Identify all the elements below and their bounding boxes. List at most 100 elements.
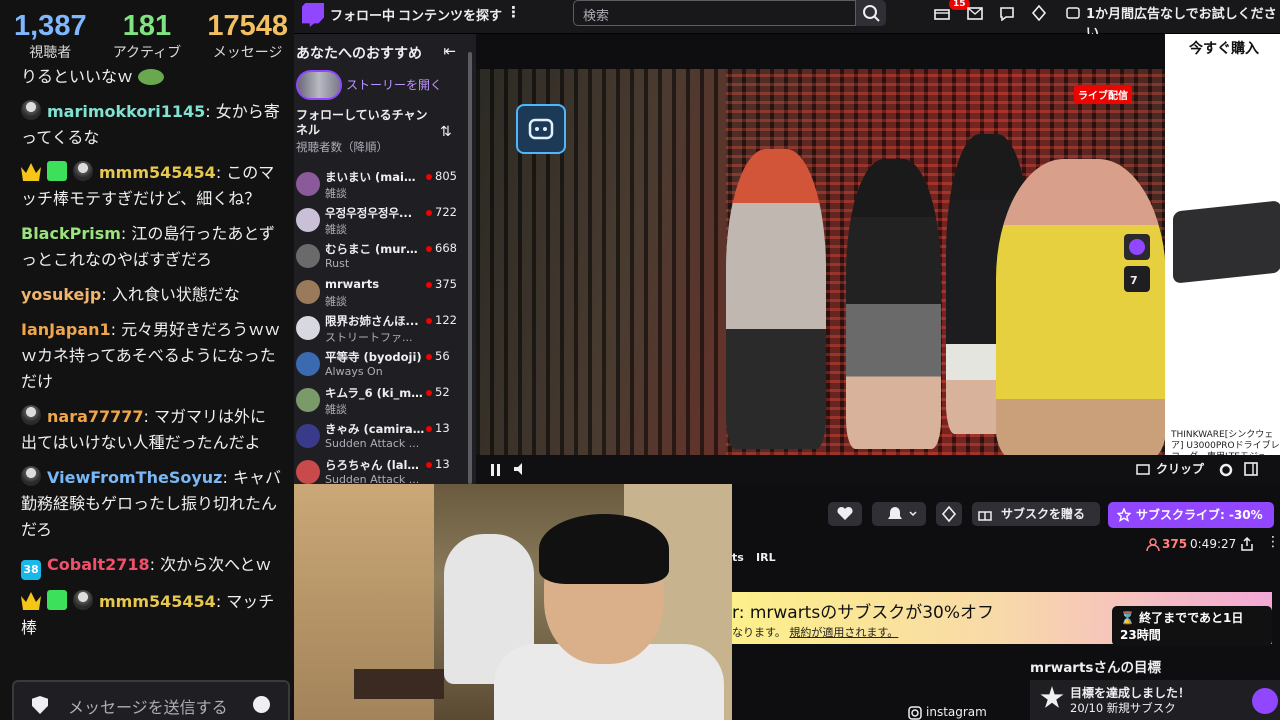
channel-category: 雑談 <box>325 187 347 200</box>
goal-card[interactable]: 目標を達成しました！ 20/10 新規サブスク <box>1030 680 1280 720</box>
chat-message: mmm545454: マッチ棒 <box>21 589 282 641</box>
ad-buy-now[interactable]: 今すぐ購入 <box>1189 38 1259 58</box>
live-dot-icon <box>426 210 432 216</box>
chat-username[interactable]: mmm545454 <box>99 163 216 182</box>
live-dot-icon <box>426 462 432 468</box>
goal-sub-button[interactable] <box>1252 688 1278 714</box>
sidebar-channel[interactable]: まいまい (maimai... 雑談 805 <box>294 168 476 204</box>
nav-following[interactable]: フォロー中 <box>330 5 395 24</box>
whispers-icon[interactable] <box>999 6 1015 21</box>
more-options-icon[interactable]: ⋮ <box>1266 534 1280 550</box>
sidebar-channel[interactable]: らろちゃん (lalo... Sudden Attack ... 13 <box>294 456 476 484</box>
stat-viewers: 1,387 視聴者 <box>14 10 87 62</box>
sidebar-channel[interactable]: キムラ_6 (ki_mu... 雑談 52 <box>294 384 476 420</box>
sidebar-title: あなたへのおすすめ <box>296 46 422 62</box>
chat-input[interactable]: メッセージを送信する <box>12 680 290 720</box>
chat-username[interactable]: BlackPrism <box>21 224 121 243</box>
theatre-mode-icon[interactable] <box>1244 462 1258 476</box>
extension-7tv-icon[interactable]: 7 <box>1124 266 1150 292</box>
goal-status: 目標を達成しました！ <box>1070 686 1191 700</box>
live-dot-icon <box>426 174 432 180</box>
channel-category: Rust <box>325 257 350 270</box>
live-dot-icon <box>426 282 432 288</box>
channel-name: 平等寺 (byodoji) <box>325 350 422 364</box>
search-input[interactable]: 検索 <box>573 0 856 26</box>
channel-name: キムラ_6 (ki_mu... <box>325 386 425 400</box>
channel-avatar <box>296 244 320 268</box>
robot-extension-icon[interactable] <box>516 104 566 154</box>
prime-loot-icon[interactable] <box>934 6 950 20</box>
sidebar-channel[interactable]: むらまこ (muraka... Rust 668 <box>294 240 476 276</box>
extension-icon[interactable] <box>1124 234 1150 260</box>
sidebar-channel[interactable]: 우정우정우정우... 雑談 722 <box>294 204 476 240</box>
chat-username[interactable]: nara77777 <box>47 407 144 426</box>
goal-progress: 20/10 新規サブスク <box>1070 701 1176 715</box>
ad-free-icon <box>1066 7 1080 19</box>
bits-button[interactable] <box>936 502 962 526</box>
bits-icon[interactable] <box>1031 5 1047 21</box>
gift-sub-button[interactable]: サブスクを贈る <box>972 502 1100 526</box>
sidebar-channel[interactable]: mrwarts 雑談 375 <box>294 276 476 312</box>
top-navigation: フォロー中 コンテンツを探す ⋮ 検索 15 1か月間広告なしでお試しください <box>294 0 1280 41</box>
follow-heart-button[interactable] <box>828 502 862 526</box>
stream-tag[interactable]: ts <box>732 551 744 564</box>
goal-heading: mrwartsさんの目標 <box>1030 660 1161 676</box>
video-player[interactable]: ライブ配信 7 今すぐ購入 THINKWARE[シンクウェア] U3000PRO… <box>476 34 1280 484</box>
instagram-link[interactable]: instagram <box>926 705 987 719</box>
chat-username[interactable]: mmm545454 <box>99 592 216 611</box>
open-stories-link[interactable]: ストーリーを開く <box>346 76 442 93</box>
more-menu-icon[interactable]: ⋮ <box>506 3 521 21</box>
live-dot-icon <box>426 390 432 396</box>
sub-discount-promo[interactable]: r: mrwartsのサブスクが30%オフ なります。 規約が適用されます。 ⌛… <box>732 592 1272 646</box>
sidebar: あなたへのおすすめ ⇤ ストーリーを開く フォローしているチャンネル 視聴者数（… <box>294 34 476 484</box>
twitch-logo-icon[interactable] <box>302 3 324 27</box>
notification-bell-button[interactable] <box>872 502 926 526</box>
inbox-icon[interactable] <box>967 7 983 20</box>
ad-product-image <box>1173 200 1280 284</box>
channel-category: 雑談 <box>325 223 347 236</box>
stream-info-panel: サブスクを贈る サブスクライブ: -30% ts IRL 375 0:49:27… <box>732 484 1280 720</box>
chat-username[interactable]: ViewFromTheSoyuz <box>47 468 222 487</box>
channel-viewers: 13 <box>435 457 450 471</box>
webcam-keyboard <box>354 669 444 699</box>
terms-link[interactable]: 規約が適用されます。 <box>789 626 898 639</box>
frog-emote-icon <box>138 69 165 85</box>
sidebar-scrollbar[interactable] <box>468 52 472 484</box>
chat-username[interactable]: marimokkori1145 <box>47 102 205 121</box>
sidebar-channel[interactable]: 限界お姉さんほ... ストリートファ... 122 <box>294 312 476 348</box>
search-button[interactable] <box>856 0 886 26</box>
emote-picker-icon[interactable] <box>253 696 270 713</box>
chat-message: mmm545454: このマッチ棒モテすぎだけど、細くね？ <box>21 160 282 212</box>
stream-tag[interactable]: IRL <box>756 551 776 564</box>
share-icon[interactable] <box>1240 536 1254 552</box>
sidebar-channel[interactable]: 平等寺 (byodoji) Always On 56 <box>294 348 476 384</box>
video-person <box>996 159 1166 459</box>
stat-value: 181 <box>122 10 172 42</box>
story-avatars[interactable] <box>296 70 342 100</box>
chat-username[interactable]: IanJapan1 <box>21 320 111 339</box>
shield-icon[interactable] <box>32 696 48 714</box>
channel-viewers: 122 <box>435 313 457 327</box>
volume-icon[interactable] <box>513 462 529 476</box>
subscribe-button[interactable]: サブスクライブ: -30% <box>1108 502 1274 528</box>
goal-star-icon <box>1040 686 1064 708</box>
nav-browse[interactable]: コンテンツを探す <box>398 5 502 24</box>
stat-label: メッセージ <box>212 45 283 61</box>
clip-icon[interactable] <box>1136 463 1150 475</box>
channel-avatar <box>296 208 320 232</box>
sort-toggle-icon[interactable]: ⇅ <box>440 124 452 140</box>
chat-input-placeholder: メッセージを送信する <box>68 698 228 717</box>
sidebar-channel[interactable]: きゃみ (camirajit... Sudden Attack ... 13 <box>294 420 476 456</box>
collapse-sidebar-icon[interactable]: ⇤ <box>443 42 456 60</box>
bits-icon <box>941 505 957 523</box>
channel-viewers: 805 <box>435 169 457 183</box>
promo-subtext-prefix: なります。 <box>732 626 786 639</box>
channel-viewers: 52 <box>435 385 450 399</box>
clip-button[interactable]: クリップ <box>1156 460 1204 477</box>
gift-badge-icon <box>47 161 67 181</box>
user-avatar-badge-icon <box>21 466 41 486</box>
settings-gear-icon[interactable] <box>1218 462 1234 478</box>
pause-icon[interactable] <box>490 463 502 477</box>
chat-username[interactable]: Cobalt2718 <box>47 555 150 574</box>
chat-username[interactable]: yosukejp <box>21 285 101 304</box>
